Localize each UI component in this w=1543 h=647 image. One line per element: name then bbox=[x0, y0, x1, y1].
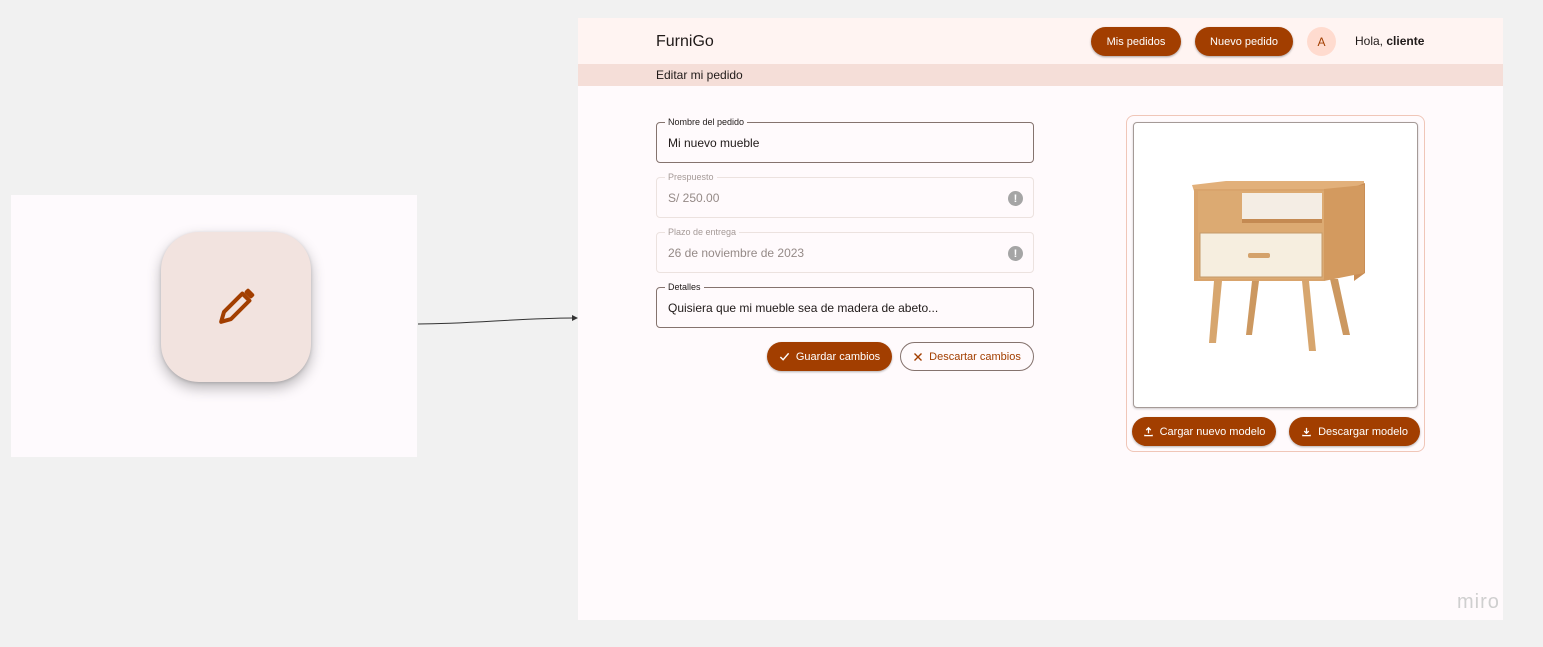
deadline-value: 26 de noviembre de 2023 bbox=[668, 246, 805, 260]
details-field[interactable]: Detalles Quisiera que mi mueble sea de m… bbox=[656, 281, 1034, 328]
alert-circle-icon: ! bbox=[1008, 191, 1023, 206]
close-icon bbox=[914, 352, 923, 361]
budget-field: Prespuesto S/ 250.00 ! bbox=[656, 171, 1034, 218]
greeting-name: cliente bbox=[1386, 34, 1425, 48]
brand-title[interactable]: FurniGo bbox=[656, 33, 714, 51]
check-icon bbox=[779, 352, 789, 361]
order-name-value[interactable]: Mi nuevo mueble bbox=[668, 136, 759, 150]
alert-circle-icon: ! bbox=[1008, 246, 1023, 261]
model-card: Cargar nuevo modelo Descargar modelo bbox=[1126, 115, 1425, 452]
budget-label: Prespuesto bbox=[665, 171, 717, 183]
new-order-button[interactable]: Nuevo pedido bbox=[1195, 27, 1293, 56]
pencil-icon bbox=[219, 288, 255, 324]
page-title: Editar mi pedido bbox=[656, 68, 743, 82]
my-orders-button[interactable]: Mis pedidos bbox=[1091, 27, 1181, 56]
greeting-prefix: Hola, bbox=[1355, 34, 1387, 48]
miro-watermark: miro bbox=[1457, 591, 1500, 613]
deadline-field: Plazo de entrega 26 de noviembre de 2023… bbox=[656, 226, 1034, 273]
download-model-button[interactable]: Descargar modelo bbox=[1289, 417, 1420, 446]
deadline-label: Plazo de entrega bbox=[665, 226, 740, 238]
upload-icon bbox=[1143, 426, 1153, 437]
discard-changes-label: Descartar cambios bbox=[929, 350, 1021, 363]
details-label: Detalles bbox=[665, 281, 704, 293]
upload-model-button[interactable]: Cargar nuevo modelo bbox=[1132, 417, 1276, 446]
discard-changes-button[interactable]: Descartar cambios bbox=[900, 342, 1034, 371]
greeting: Hola, cliente bbox=[1355, 34, 1424, 48]
budget-value: S/ 250.00 bbox=[668, 191, 720, 205]
edit-order-screen: FurniGo Mis pedidos Nuevo pedido A Hola,… bbox=[578, 18, 1503, 620]
page-header-bar: Editar mi pedido bbox=[578, 64, 1503, 86]
avatar[interactable]: A bbox=[1307, 27, 1336, 56]
order-name-field[interactable]: Nombre del pedido Mi nuevo mueble bbox=[656, 116, 1034, 163]
furniture-model-viewer[interactable] bbox=[1133, 122, 1418, 408]
save-changes-label: Guardar cambios bbox=[795, 350, 881, 363]
download-icon bbox=[1302, 427, 1311, 437]
upload-model-label: Cargar nuevo modelo bbox=[1159, 425, 1266, 438]
order-name-label: Nombre del pedido bbox=[665, 116, 748, 128]
app-icon-frame bbox=[11, 195, 417, 457]
top-app-bar: FurniGo Mis pedidos Nuevo pedido A Hola,… bbox=[578, 18, 1503, 64]
details-value[interactable]: Quisiera que mi mueble sea de madera de … bbox=[668, 301, 938, 315]
nightstand-image bbox=[1192, 181, 1365, 351]
save-changes-button[interactable]: Guardar cambios bbox=[767, 342, 892, 371]
download-model-label: Descargar modelo bbox=[1318, 425, 1408, 438]
app-icon-tile[interactable] bbox=[161, 232, 311, 382]
